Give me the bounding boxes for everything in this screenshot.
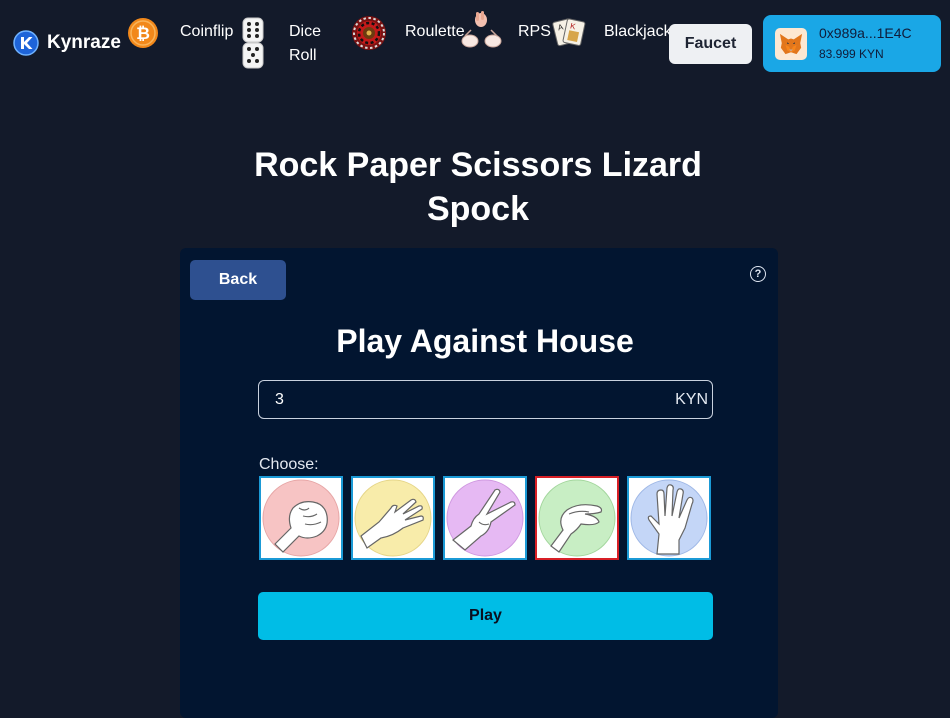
brand-name: Kynraze (47, 32, 121, 53)
section-heading: Play Against House (336, 323, 634, 359)
nav-label-rps: RPS (518, 23, 551, 40)
lizard-hand-icon (538, 479, 616, 557)
rock-hand-icon (262, 479, 340, 557)
bet-currency-label: KYN (675, 391, 708, 408)
nav-label-blackjack: Blackjack (604, 23, 672, 40)
kynraze-logo-icon (13, 30, 39, 56)
faucet-button[interactable]: Faucet (669, 24, 752, 64)
choice-paper[interactable] (351, 476, 435, 560)
bet-amount-field[interactable]: KYN (258, 380, 713, 419)
nav-label-roulette: Roulette (405, 23, 465, 40)
bet-amount-input[interactable] (275, 389, 655, 411)
wallet-avatar (775, 28, 807, 60)
choice-list (259, 476, 719, 560)
nav-rps[interactable]: RPS (461, 10, 561, 54)
nav-label-coinflip: Coinflip (180, 23, 234, 40)
scissors-hand-icon (446, 479, 524, 557)
back-button[interactable]: Back (190, 260, 286, 300)
nav-blackjack[interactable]: A K Blackjack (551, 16, 681, 52)
dice-icon (242, 17, 264, 69)
choice-lizard[interactable] (535, 476, 619, 560)
nav-label-dice-roll: Dice Roll (289, 23, 322, 64)
paper-hand-icon (354, 479, 432, 557)
roulette-wheel-icon (352, 16, 386, 50)
nav-coinflip[interactable]: ₿ Coinflip (126, 16, 246, 56)
help-icon[interactable]: ? (750, 266, 766, 282)
bitcoin-coin-icon: ₿ (128, 18, 158, 48)
spock-hand-icon (630, 479, 708, 557)
nav-dice-roll[interactable]: Dice Roll (240, 16, 330, 72)
nav-roulette[interactable]: Roulette (350, 14, 470, 54)
choice-spock[interactable] (627, 476, 711, 560)
choice-rock[interactable] (259, 476, 343, 560)
page-title: Rock Paper Scissors Lizard Spock (254, 146, 702, 228)
wallet-button[interactable]: 0x989a...1E4C 83.999 KYN (763, 15, 941, 72)
playing-cards-icon: A K (552, 18, 586, 47)
choice-scissors[interactable] (443, 476, 527, 560)
choose-label: Choose: (259, 456, 319, 473)
top-nav-bar: Kynraze ₿ Coinflip Dice Roll Roulette RP… (0, 0, 950, 90)
brand[interactable]: Kynraze (13, 30, 121, 56)
game-card: Back ? Play Against House KYN Choose: (180, 248, 778, 718)
wallet-address: 0x989a...1E4C (819, 25, 912, 41)
hand-gestures-icon (461, 11, 502, 48)
metamask-fox-icon (779, 33, 803, 55)
play-button[interactable]: Play (258, 592, 713, 640)
wallet-balance: 83.999 KYN (819, 47, 884, 61)
svg-text:₿: ₿ (136, 24, 150, 43)
